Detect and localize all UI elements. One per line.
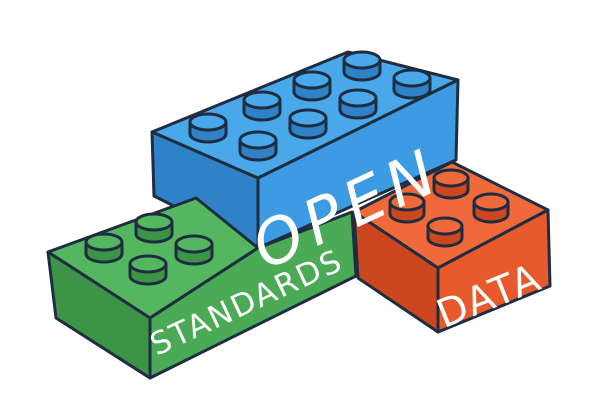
stud — [292, 70, 332, 102]
stud — [134, 212, 174, 244]
open-standards-data-lego-illustration: OPEN STANDARDS DATA — [46, 50, 552, 380]
stud — [128, 254, 168, 286]
stud — [472, 192, 510, 224]
stud — [342, 50, 382, 82]
stud — [188, 112, 228, 144]
stud — [426, 216, 464, 248]
stud — [174, 234, 214, 266]
stud — [242, 90, 282, 122]
stud — [288, 108, 328, 140]
stud — [84, 232, 124, 264]
stud — [238, 130, 278, 162]
stud — [392, 68, 432, 100]
stud — [338, 88, 378, 120]
